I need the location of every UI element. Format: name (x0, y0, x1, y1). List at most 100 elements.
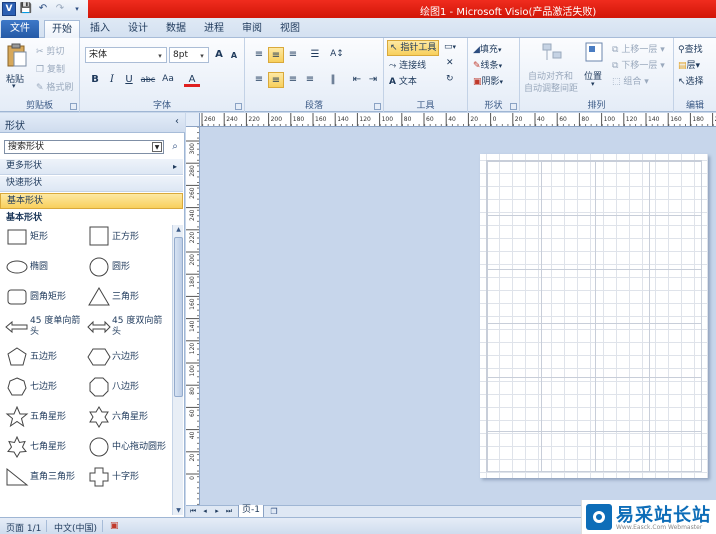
master-shape-item[interactable]: 直角三角形 (5, 466, 87, 496)
horizontal-ruler[interactable]: 260 240 220 200 180 160 140 120 100 80 60 40 20 0 20 40… (186, 113, 716, 127)
justify-icon[interactable]: ≡ (302, 72, 318, 88)
prev-page-icon[interactable]: ◂ (200, 506, 210, 517)
shapes-pane-scrollbar[interactable]: ▲ ▼ (172, 225, 183, 515)
collapse-pane-icon[interactable]: ‹ (175, 116, 179, 127)
change-case-button[interactable]: Aa (158, 72, 178, 88)
first-page-icon[interactable]: ⏮ (188, 506, 198, 517)
grow-font-button[interactable]: A (211, 47, 227, 63)
tab-process[interactable]: 进程 (198, 20, 230, 38)
increase-indent-icon[interactable]: ⇥ (365, 72, 381, 88)
connector-button[interactable]: ⤳ 连接线 (389, 58, 426, 71)
master-shape-item[interactable]: 圆形 (87, 256, 169, 286)
master-shape-item[interactable]: 椭圆 (5, 256, 87, 286)
master-shape-item[interactable]: 中心拖动圆形 (87, 436, 169, 466)
text-tool-button[interactable]: A 文本 (389, 74, 417, 87)
shadow-button[interactable]: ▣阴影▾ (473, 74, 503, 87)
master-shape-item[interactable]: 正方形 (87, 226, 169, 256)
format-painter-button[interactable]: ✎ 格式刷 (36, 80, 73, 93)
master-shape-item[interactable]: 三角形 (87, 286, 169, 316)
pointer-tool-button[interactable]: ↖ 指针工具 (387, 40, 440, 56)
rotate-icon[interactable]: ↻ (446, 74, 454, 84)
line-button[interactable]: ✎线条▾ (473, 58, 502, 71)
master-shape-item[interactable]: 六边形 (87, 346, 169, 376)
strikethrough-button[interactable]: abc (138, 72, 158, 88)
master-shape-item[interactable]: 八边形 (87, 376, 169, 406)
position-button[interactable]: 位置 ▾ (582, 40, 608, 90)
search-shapes-input[interactable]: 搜索形状 ▼ (4, 140, 164, 154)
paragraph-launcher[interactable] (374, 103, 381, 110)
send-backward-button[interactable]: ⧉ 下移一层 ▾ (612, 58, 665, 71)
fill-button[interactable]: ◢填充▾ (473, 42, 501, 55)
redo-icon[interactable]: ↷ (53, 2, 67, 16)
align-left-icon[interactable]: ≡ (251, 72, 267, 88)
bring-forward-button[interactable]: ⧉ 上移一层 ▾ (612, 42, 665, 55)
more-shapes-item[interactable]: 更多形状 ▸ (0, 159, 183, 175)
bullets-icon[interactable]: ☰ (307, 47, 323, 63)
clipboard-launcher[interactable] (70, 103, 77, 110)
search-icon[interactable]: ⌕ (168, 140, 182, 154)
distribute-icon[interactable]: ‖ (325, 72, 341, 88)
status-page-number[interactable]: 页面 1/1 (6, 521, 41, 534)
master-shape-item[interactable]: 45 度单向箭头 (5, 316, 87, 346)
chevron-down-icon[interactable]: ▼ (152, 142, 162, 152)
tab-insert[interactable]: 插入 (84, 20, 116, 38)
shape-launcher[interactable] (510, 103, 517, 110)
drawing-page[interactable] (480, 154, 708, 478)
align-right-icon[interactable]: ≡ (285, 72, 301, 88)
shrink-font-button[interactable]: A (226, 48, 242, 64)
font-color-button[interactable]: A (184, 72, 200, 87)
rectangle-tool-button[interactable]: ▭▾ (444, 42, 456, 52)
bold-button[interactable]: B (87, 72, 103, 88)
font-name-combo[interactable]: 宋体 ▾ (85, 47, 167, 63)
align-center-icon[interactable]: ≡ (268, 72, 284, 88)
macro-record-icon[interactable]: ▣ (110, 521, 119, 531)
next-page-icon[interactable]: ▸ (212, 506, 222, 517)
master-shape-item[interactable]: 六角星形 (87, 406, 169, 436)
drawing-canvas[interactable] (200, 128, 716, 505)
master-shape-item[interactable]: 七角星形 (5, 436, 87, 466)
master-shape-item[interactable]: 圆角矩形 (5, 286, 87, 316)
save-icon[interactable]: 💾 (19, 2, 33, 16)
font-size-combo[interactable]: 8pt ▾ (169, 47, 209, 63)
basic-shapes-item[interactable]: 基本形状 (0, 193, 183, 209)
decrease-indent-icon[interactable]: ⇤ (349, 72, 365, 88)
tab-review[interactable]: 审阅 (236, 20, 268, 38)
scroll-down-icon[interactable]: ▼ (174, 507, 183, 514)
master-shape-item[interactable]: 五边形 (5, 346, 87, 376)
tab-data[interactable]: 数据 (160, 20, 192, 38)
text-direction-icon[interactable]: A↕ (329, 47, 345, 63)
tab-home[interactable]: 开始 (44, 20, 80, 38)
cut-button[interactable]: ✂ 剪切 (36, 44, 64, 57)
copy-button[interactable]: ❐ 复制 (36, 62, 65, 75)
quick-shapes-item[interactable]: 快速形状 (0, 176, 183, 192)
font-launcher[interactable] (235, 103, 242, 110)
master-shape-item[interactable]: 十字形 (87, 466, 169, 496)
master-shape-item[interactable]: 矩形 (5, 226, 87, 256)
master-shape-item[interactable]: 五角星形 (5, 406, 87, 436)
align-middle-icon[interactable]: ≡ (268, 47, 284, 63)
close-icon[interactable]: ✕ (446, 58, 454, 68)
status-language[interactable]: 中文(中国) (54, 521, 97, 534)
last-page-icon[interactable]: ⏭ (224, 506, 234, 517)
align-bottom-icon[interactable]: ≡ (285, 47, 301, 63)
group-objects-button[interactable]: ⬚ 组合 ▾ (612, 74, 649, 87)
tab-file[interactable]: 文件 (1, 20, 39, 38)
visio-app-icon[interactable]: V (2, 2, 16, 16)
vertical-ruler[interactable]: 300 280 260 240 220 200 180 160 140 120 100 80 60 40 2… (186, 127, 200, 505)
paste-button[interactable]: 粘贴 ▾ (4, 42, 30, 92)
auto-align-button[interactable]: 自动对齐和 自动调整间距 (524, 40, 580, 94)
italic-button[interactable]: I (104, 72, 120, 88)
master-shape-item[interactable]: 七边形 (5, 376, 87, 406)
tab-view[interactable]: 视图 (274, 20, 306, 38)
layers-button[interactable]: ▤层▾ (678, 58, 700, 71)
scroll-up-icon[interactable]: ▲ (174, 226, 183, 233)
select-button[interactable]: ↖选择 (678, 74, 704, 87)
find-button[interactable]: ⚲查找 (678, 42, 703, 55)
underline-button[interactable]: U (121, 72, 137, 88)
scroll-thumb[interactable] (174, 237, 183, 397)
master-shape-item[interactable]: 45 度双向箭头 (87, 316, 169, 346)
insert-page-icon[interactable]: ❐ (268, 506, 280, 517)
customize-qat-icon[interactable]: ▾ (70, 2, 84, 16)
tab-design[interactable]: 设计 (122, 20, 154, 38)
align-top-icon[interactable]: ≡ (251, 47, 267, 63)
